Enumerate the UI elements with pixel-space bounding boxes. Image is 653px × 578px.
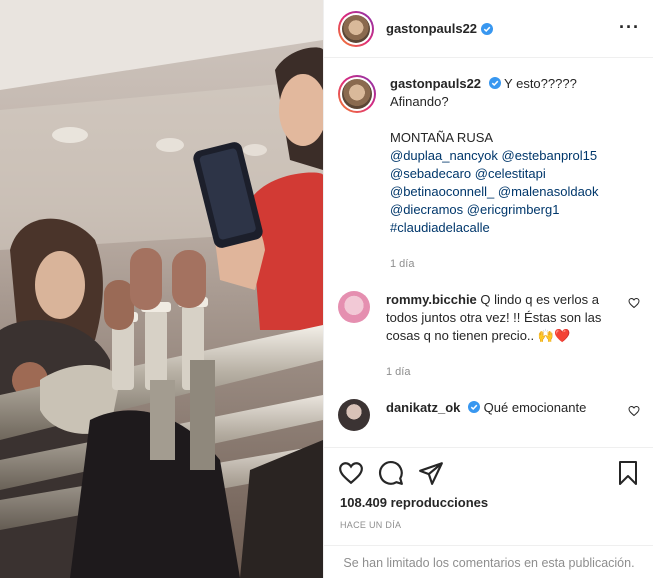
caption: gastonpauls22 Y esto????? Afinando? MONT… <box>338 75 640 291</box>
post-side-panel: gastonpauls22 ··· gastonpauls22 Y esto??… <box>323 0 653 578</box>
bookmark-icon[interactable] <box>616 460 640 486</box>
caption-text-line-2: Afinando? <box>390 94 449 109</box>
caption-tag-line[interactable]: @sebadecaro @celestitapi <box>390 165 626 183</box>
commenter-avatar[interactable] <box>338 291 370 323</box>
action-icons-bar <box>338 460 640 488</box>
comment-text: Qué emocionante <box>483 400 587 415</box>
video-frame-image <box>0 0 323 578</box>
author-username[interactable]: gastonpauls22 <box>386 21 477 36</box>
comment-like-heart-icon[interactable] <box>628 297 640 309</box>
comments-limited-notice: Se han limitado los comentarios en esta … <box>324 545 653 578</box>
caption-timestamp[interactable]: 1 día <box>390 255 626 273</box>
caption-author-username[interactable]: gastonpauls22 <box>390 76 481 91</box>
view-count[interactable]: 108.409 reproducciones <box>340 495 488 510</box>
comment-icon[interactable] <box>378 460 404 486</box>
comment-body: rommy.bicchie Q lindo q es verlos a todo… <box>386 291 610 399</box>
comment-timestamp[interactable]: 1 día <box>386 363 610 381</box>
heart-icon[interactable] <box>338 460 364 486</box>
post-timestamp[interactable]: HACE UN DÍA <box>340 520 401 530</box>
comment-body: danikatz_ok Qué emocionante <box>386 399 610 417</box>
comment-item: rommy.bicchie Q lindo q es verlos a todo… <box>338 291 640 399</box>
caption-author-avatar[interactable] <box>338 75 376 113</box>
caption-tag-line[interactable]: @betinaoconnell_ @malenasoldaok <box>390 183 626 201</box>
paper-plane-icon[interactable] <box>418 460 444 486</box>
commenter-username[interactable]: rommy.bicchie <box>386 292 477 307</box>
comment-item: danikatz_ok Qué emocionante <box>338 399 640 431</box>
caption-text-line-1: Y esto????? <box>504 76 577 91</box>
caption-tag-line[interactable]: @duplaa_nancyok @estebanprol15 <box>390 147 626 165</box>
caption-body: gastonpauls22 Y esto????? Afinando? MONT… <box>390 75 626 291</box>
verified-badge-icon <box>468 401 481 413</box>
caption-hashtag[interactable]: #claudiadelacalle <box>390 219 626 237</box>
caption-text-line-3: MONTAÑA RUSA <box>390 130 494 145</box>
comment-like-heart-icon[interactable] <box>628 405 640 417</box>
post-video[interactable] <box>0 0 323 578</box>
verified-badge-icon <box>481 22 494 35</box>
comments-list[interactable]: gastonpauls22 Y esto????? Afinando? MONT… <box>324 59 653 447</box>
commenter-username[interactable]: danikatz_ok <box>386 400 460 415</box>
more-options-icon[interactable]: ··· <box>619 18 640 36</box>
verified-badge-icon <box>488 77 501 89</box>
post-actions: 108.409 reproducciones HACE UN DÍA Se ha… <box>324 447 653 578</box>
commenter-avatar[interactable] <box>338 399 370 431</box>
author-avatar[interactable] <box>338 10 374 47</box>
caption-tag-line[interactable]: @diecramos @ericgrimberg1 <box>390 201 626 219</box>
post-header: gastonpauls22 ··· <box>324 0 653 58</box>
